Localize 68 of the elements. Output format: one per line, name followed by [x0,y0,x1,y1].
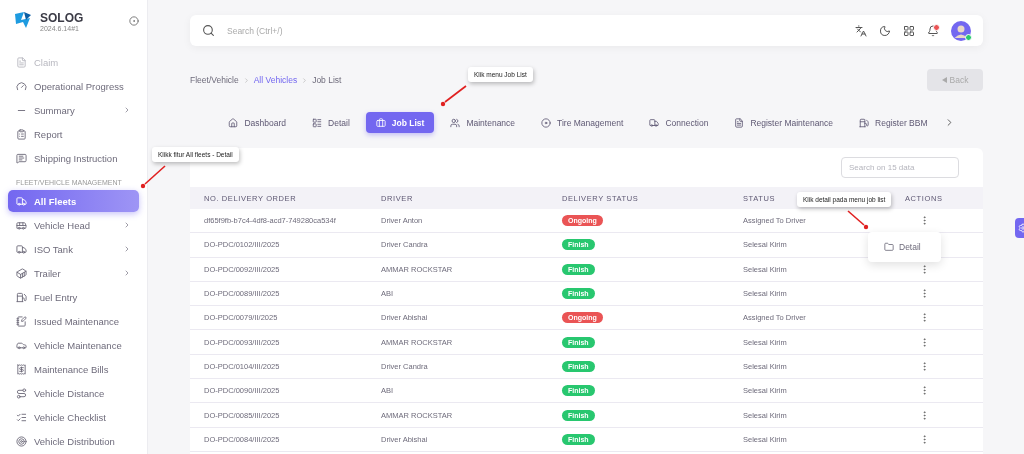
target-icon [16,435,27,447]
message-icon [16,152,27,164]
brand-name: SOLOG [40,10,85,25]
sidebar-item[interactable]: Summary [8,99,139,121]
home-icon [228,117,239,128]
tab[interactable]: Job List [365,112,435,133]
sidebar-item[interactable]: Report [8,123,139,145]
translate-icon[interactable] [855,24,867,37]
caret-icon [941,77,947,83]
notepad-icon [16,315,27,327]
truck-icon [649,117,660,128]
sidebar-item[interactable]: Vehicle Checklist [8,406,139,428]
checklist-icon [16,411,27,423]
separator-icon [242,76,250,84]
route-icon [16,387,27,399]
sidebar-item[interactable]: Vehicle Distribution [8,430,139,452]
receipt-icon [16,363,27,375]
disc-icon [541,117,552,128]
breadcrumb-item: Job List [312,75,342,85]
users-icon [450,117,461,128]
sidebar-item[interactable]: Operational Progress [8,75,139,97]
clipboard-icon [16,128,27,140]
truck-icon [16,243,27,255]
moon-icon[interactable] [879,24,891,37]
fuel-pump-icon [16,291,27,303]
pointer-arrow [440,85,467,107]
sidebar-item[interactable]: Maintenance Bills [8,358,139,380]
document-icon [734,117,745,128]
apps-grid-icon[interactable] [903,24,915,37]
sidebar-item[interactable]: Vehicle Head [8,214,139,236]
chevron-icon [123,106,131,114]
separator-icon [301,76,309,84]
tab[interactable]: Register Maintenance [724,112,844,133]
menu-item[interactable]: Detail [882,240,923,254]
gauge-icon [16,80,27,92]
pointer-arrow [140,165,166,189]
chevron-icon [123,269,131,277]
document-icon [16,56,27,68]
search-icon [202,24,215,37]
tab[interactable]: Dashboard [218,112,297,133]
sidebar-item[interactable]: Issued Maintenance [8,310,139,332]
fuel-pump-icon [859,117,870,128]
pointer-arrow [847,210,869,230]
chevron-icon [123,245,131,253]
collapse-toggle-icon[interactable] [129,16,139,26]
tab[interactable]: Tire Management [531,112,634,133]
bell-icon[interactable] [927,24,939,37]
tab[interactable]: Connection [639,112,719,133]
sidebar-item[interactable]: Vehicle Maintenance [8,334,139,356]
list-icon [312,117,323,128]
breadcrumb-link[interactable]: All Vehicles [253,75,298,85]
sidebar-item[interactable]: All Fleets [8,190,139,212]
sidebar-item[interactable]: Fuel Entry [8,286,139,308]
chevron-icon [123,221,131,229]
tab[interactable]: Detail [302,112,360,133]
bus-icon [16,219,27,231]
avatar[interactable] [951,20,971,41]
briefcase-icon [375,117,386,128]
sidebar-item[interactable]: Trailer [8,262,139,284]
breadcrumb-item: Fleet/Vehicle [190,75,239,85]
tab[interactable]: Register BBM [849,112,938,133]
trailer-icon [16,267,27,279]
sidebar-item[interactable]: ISO Tank [8,238,139,260]
sidebar-item[interactable]: Vehicle Distance [8,382,139,404]
truck-icon [16,195,27,207]
folder-icon [884,242,894,252]
sidebar-item[interactable]: Shipping Instruction [8,147,139,169]
tab[interactable]: Maintenance [440,112,526,133]
